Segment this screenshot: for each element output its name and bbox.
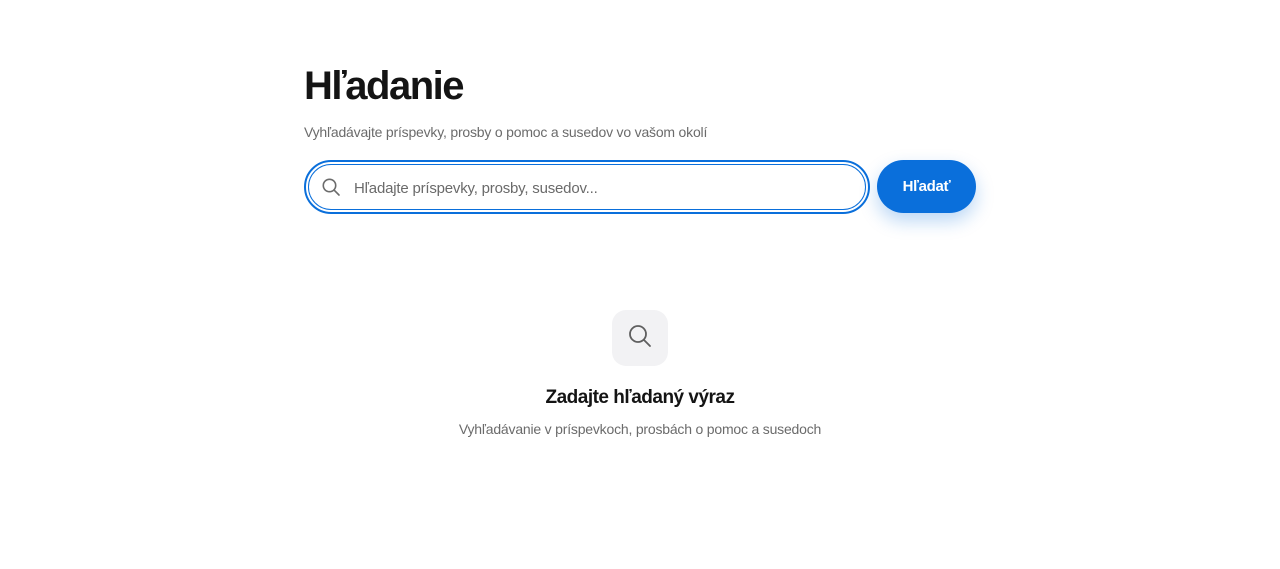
search-button[interactable]: Hľadať <box>877 160 976 213</box>
page-title: Hľadanie <box>304 64 465 108</box>
search-icon <box>321 177 341 197</box>
page-subtitle: Vyhľadávajte príspevky, prosby o pomoc a… <box>304 124 708 140</box>
search-bar: Hľadať <box>304 160 976 214</box>
empty-state-title: Zadajte hľadaný výraz <box>545 387 735 408</box>
empty-state: Zadajte hľadaný výraz Vyhľadávanie v prí… <box>0 310 1280 438</box>
search-page: Hľadanie Vyhľadávajte príspevky, prosby … <box>0 0 1280 569</box>
empty-state-icon-box <box>612 310 668 366</box>
search-field[interactable] <box>304 160 870 214</box>
search-icon <box>627 323 653 354</box>
empty-state-subtitle: Vyhľadávanie v príspevkoch, prosbách o p… <box>458 421 822 437</box>
search-section: Hľadanie Vyhľadávajte príspevky, prosby … <box>304 62 976 214</box>
search-input[interactable] <box>352 170 856 206</box>
